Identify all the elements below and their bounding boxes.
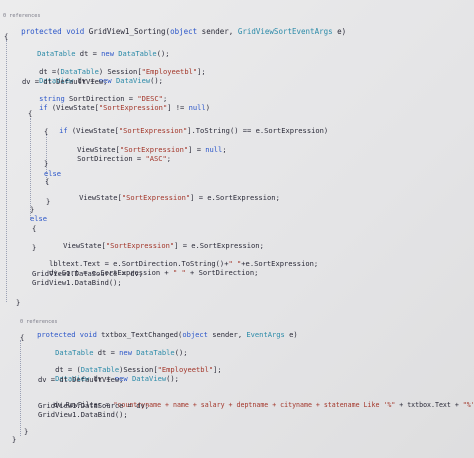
indent-guide: [6, 40, 7, 302]
code-line: }: [32, 243, 37, 252]
code-lens-references[interactable]: 0 references: [3, 12, 40, 20]
method-name: GridView1_Sorting(: [84, 27, 171, 36]
code-text: ViewState[: [63, 241, 106, 250]
code-line: if (ViewState["SortExpression"] != null): [22, 96, 210, 120]
code-text: ;: [222, 145, 227, 154]
method-name: txtbox_TextChanged(: [96, 330, 183, 339]
code-line: {: [20, 333, 25, 342]
code-line: protected void GridView1_Sorting(object …: [3, 20, 346, 44]
code-line: dv = dt.DefaultView;: [22, 77, 108, 86]
code-text: ].ToString() == e.SortExpression): [187, 126, 329, 135]
type-name: EventArgs: [246, 330, 285, 339]
string-literal: "%'": [462, 401, 474, 409]
string-literal: "SortExpression": [105, 241, 175, 250]
code-text: (ViewState[: [67, 126, 119, 135]
code-text: ];: [213, 365, 222, 374]
code-text: ): [205, 103, 210, 112]
type-name: DataTable: [131, 348, 175, 357]
code-line: }: [24, 427, 29, 436]
code-line: else: [30, 214, 48, 223]
code-line: {: [4, 32, 9, 41]
code-text: ();: [174, 348, 188, 357]
string-literal: "countryname + name + salary + deptname …: [113, 401, 396, 409]
type-name: DataView: [127, 374, 167, 383]
code-text: ViewState[: [79, 193, 122, 202]
type-name: DataTable: [113, 49, 157, 58]
code-line: GridView1.DataSource = dv;: [32, 269, 144, 278]
code-text: ();: [156, 49, 170, 58]
code-text: ;: [166, 154, 172, 163]
code-line: }: [30, 205, 35, 214]
keyword: if: [39, 103, 48, 112]
keyword: new: [101, 49, 114, 58]
string-literal: "SortExpression": [121, 193, 191, 202]
code-line: GridView1.DataBind();: [32, 278, 122, 287]
indent-guide: [20, 340, 21, 436]
keyword: protected void: [21, 27, 85, 36]
code-text: ();: [150, 76, 163, 85]
code-line: GridView1.DataBind();: [38, 410, 128, 419]
code-line: }: [12, 435, 17, 444]
code-line: {: [32, 224, 37, 233]
code-line: dv = dt.DefaultView;: [38, 375, 124, 384]
code-text: (ViewState[: [47, 103, 99, 112]
type-name: DataView: [111, 76, 151, 85]
code-line: GridView1.DataSource = dv;: [38, 401, 150, 410]
code-line: SortDirection = "ASC";: [60, 147, 171, 171]
keyword: object: [170, 27, 198, 36]
code-text: ();: [166, 374, 179, 383]
type-name: DataTable: [55, 348, 94, 357]
code-text: dt =: [93, 348, 120, 357]
code-line: }: [16, 298, 21, 307]
type-name: GridViewSortEventArgs: [237, 27, 333, 36]
code-line: }: [46, 197, 51, 206]
string-literal: "ASC": [145, 154, 167, 163]
string-literal: "SortExpression": [118, 126, 188, 135]
code-text: SortDirection =: [77, 154, 146, 163]
code-line: {: [28, 109, 33, 118]
code-line: {: [45, 177, 50, 186]
code-line: }: [44, 159, 49, 168]
code-text: dt =: [75, 49, 102, 58]
code-text: ] !=: [167, 103, 189, 112]
string-literal: "SortExpression": [98, 103, 168, 112]
code-text: ];: [197, 67, 206, 76]
code-text: ] =: [188, 145, 206, 154]
code-line: {: [44, 127, 49, 136]
keyword: null: [188, 103, 206, 112]
keyword: protected void: [37, 330, 97, 339]
keyword: new: [119, 348, 132, 357]
code-text: e): [332, 27, 347, 36]
code-text: ] = e.SortExpression;: [174, 241, 264, 250]
keyword: null: [205, 145, 223, 154]
keyword: if: [59, 126, 68, 135]
code-text: + txtbox.Text +: [395, 401, 463, 409]
code-text: ] = e.SortExpression;: [190, 193, 280, 202]
code-line: ViewState["SortExpression"] = e.SortExpr…: [62, 186, 280, 210]
string-literal: " ": [172, 268, 186, 277]
code-text: e): [284, 330, 298, 339]
code-text: + SortDirection;: [185, 268, 259, 277]
code-editor[interactable]: 0 references protected void GridView1_So…: [0, 0, 474, 458]
type-name: DataTable: [37, 49, 76, 58]
keyword: object: [182, 330, 208, 339]
code-text: sender,: [207, 330, 247, 339]
code-text: sender,: [197, 27, 238, 36]
